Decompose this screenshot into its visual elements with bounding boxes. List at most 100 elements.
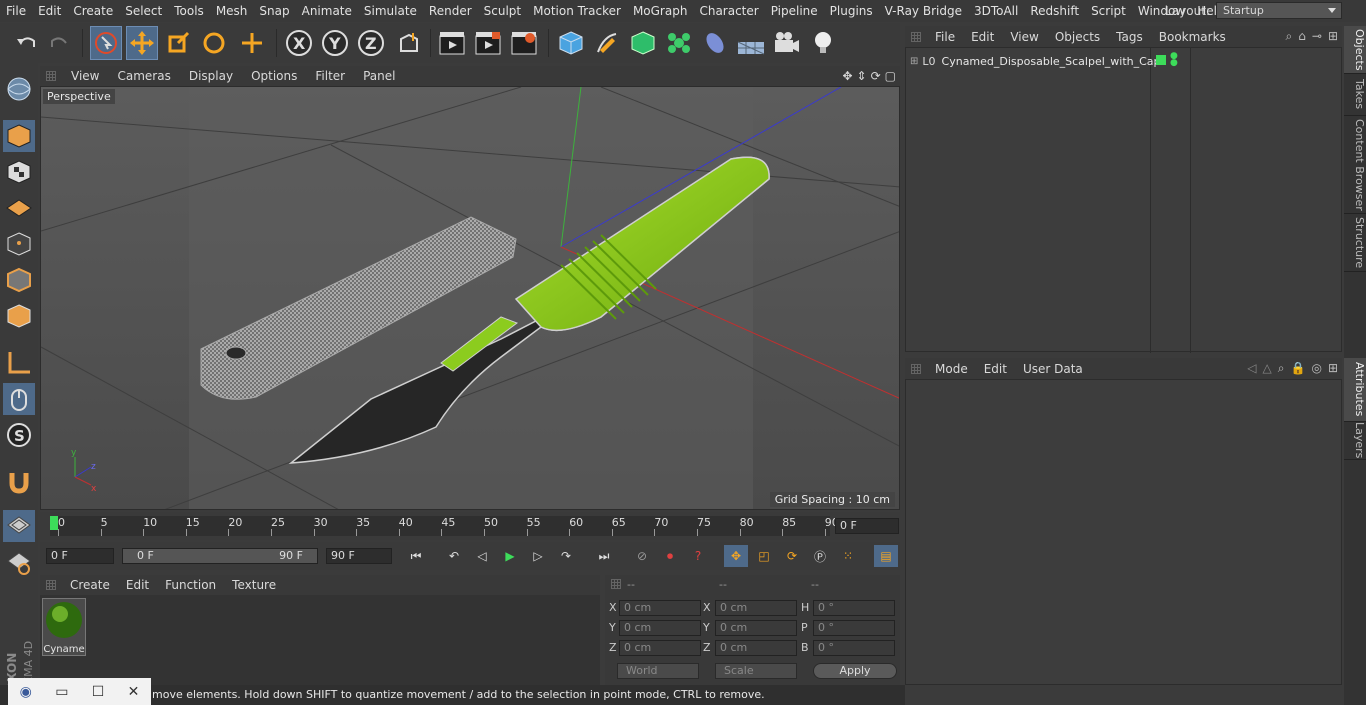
pen-icon[interactable] <box>591 26 623 60</box>
undo-icon[interactable] <box>10 26 42 60</box>
tab-layers[interactable]: Layers <box>1344 422 1366 460</box>
object-row[interactable]: ⊞ L0 Cynamed_Disposable_Scalpel_with_Cap… <box>906 51 1343 71</box>
prev-keyframe-icon[interactable]: ↶ <box>442 545 466 567</box>
render-view-icon[interactable] <box>436 26 468 60</box>
timeline-window-icon[interactable]: ▤ <box>874 545 898 567</box>
search-icon[interactable]: ⌕ <box>1278 361 1285 376</box>
camera-icon[interactable] <box>771 26 803 60</box>
menu-vray-bridge[interactable]: V-Ray Bridge <box>879 0 968 22</box>
tab-objects[interactable]: Objects <box>1344 26 1366 74</box>
panel-grip-icon[interactable] <box>611 579 621 589</box>
light-icon[interactable] <box>807 26 839 60</box>
app-icon[interactable]: ◉ <box>20 684 32 700</box>
polygons-mode-icon[interactable] <box>3 300 35 332</box>
render-picture-viewer-icon[interactable] <box>472 26 504 60</box>
cloner-icon[interactable] <box>663 26 695 60</box>
up-arrow-icon[interactable]: △ <box>1263 361 1272 376</box>
coord-value-field[interactable]: 0 ° <box>813 620 895 636</box>
menu-sculpt[interactable]: Sculpt <box>478 0 527 22</box>
redo-icon[interactable] <box>44 26 76 60</box>
select-arrow-icon[interactable] <box>90 26 122 60</box>
perspective-viewport[interactable]: y z x Perspective Grid Spacing : 10 cm <box>40 86 900 510</box>
key-position-icon[interactable]: ✥ <box>724 545 748 567</box>
coord-value-field[interactable]: 0 cm <box>619 640 701 656</box>
objmgr-menu-objects[interactable]: Objects <box>1047 30 1108 44</box>
scale-mode-dropdown[interactable]: Scale <box>715 663 797 679</box>
tab-takes[interactable]: Takes <box>1344 74 1366 116</box>
layout-dropdown[interactable]: Startup <box>1216 2 1342 19</box>
workplane-mode-icon[interactable] <box>3 192 35 224</box>
record-active-icon[interactable]: ⊘ <box>630 545 654 567</box>
menu-character[interactable]: Character <box>693 0 764 22</box>
panel-grip-icon[interactable] <box>911 363 921 374</box>
tweak-mode-icon[interactable] <box>3 383 35 415</box>
viewport-move-icon[interactable]: ✥ <box>842 69 852 83</box>
coordinate-system-icon[interactable] <box>393 26 425 60</box>
viewport-maximize-icon[interactable]: ▢ <box>885 69 896 83</box>
solo-mode-icon[interactable]: S <box>3 419 35 451</box>
objmgr-menu-bookmarks[interactable]: Bookmarks <box>1151 30 1234 44</box>
coord-value-field[interactable]: 0 ° <box>813 600 895 616</box>
key-parameter-icon[interactable]: Ⓟ <box>808 545 832 567</box>
new-window-icon[interactable]: ⊞ <box>1328 29 1338 44</box>
next-keyframe-icon[interactable]: ↷ <box>554 545 578 567</box>
timeline-ruler[interactable]: 0 5 10 15 20 25 30 35 40 45 50 55 60 65 70 75 80 85 90 0 F <box>40 512 900 540</box>
panel-grip-icon[interactable] <box>46 71 56 81</box>
snap-magnet-icon[interactable] <box>3 466 35 498</box>
attr-menu-edit[interactable]: Edit <box>976 362 1015 376</box>
coord-value-field[interactable]: 0 cm <box>715 600 797 616</box>
target-icon[interactable]: ◎ <box>1311 361 1321 376</box>
home-icon[interactable]: ⌂ <box>1298 29 1306 44</box>
coord-value-field[interactable]: 0 cm <box>619 600 701 616</box>
key-pla-icon[interactable]: ⁙ <box>836 545 860 567</box>
make-editable-icon[interactable] <box>3 73 35 105</box>
viewport-menu-panel[interactable]: Panel <box>354 69 404 83</box>
material-menu-edit[interactable]: Edit <box>118 578 157 592</box>
key-rotation-icon[interactable]: ⟳ <box>780 545 804 567</box>
goto-start-icon[interactable]: ⏮ <box>404 545 428 567</box>
deformer-icon[interactable] <box>699 26 731 60</box>
close-window-icon[interactable]: ✕ <box>128 684 140 700</box>
edit-render-settings-icon[interactable] <box>508 26 540 60</box>
menu-redshift[interactable]: Redshift <box>1024 0 1085 22</box>
objmgr-menu-edit[interactable]: Edit <box>963 30 1002 44</box>
viewport-menu-filter[interactable]: Filter <box>306 69 354 83</box>
frame-range-slider[interactable]: 0 F 90 F <box>122 548 318 564</box>
menu-3dtoall[interactable]: 3DToAll <box>968 0 1024 22</box>
axis-mode-icon[interactable] <box>3 347 35 379</box>
menu-motion-tracker[interactable]: Motion Tracker <box>527 0 627 22</box>
viewport-menu-cameras[interactable]: Cameras <box>108 69 179 83</box>
coord-value-field[interactable]: 0 cm <box>715 640 797 656</box>
menu-render[interactable]: Render <box>423 0 478 22</box>
coordinate-system-dropdown[interactable]: World <box>617 663 699 679</box>
material-menu-function[interactable]: Function <box>157 578 224 592</box>
search-icon[interactable]: ⌕ <box>1286 29 1293 44</box>
workplane-lock-icon[interactable] <box>3 510 35 542</box>
menu-simulate[interactable]: Simulate <box>358 0 423 22</box>
start-frame-field[interactable]: 0 F <box>46 548 114 564</box>
panel-grip-icon[interactable] <box>46 580 56 590</box>
scale-icon[interactable] <box>162 26 194 60</box>
tab-structure[interactable]: Structure <box>1344 214 1366 272</box>
material-menu-create[interactable]: Create <box>62 578 118 592</box>
menu-edit[interactable]: Edit <box>32 0 67 22</box>
objmgr-menu-file[interactable]: File <box>927 30 963 44</box>
viewport-rotate-icon[interactable]: ⟳ <box>871 69 881 83</box>
apply-button[interactable]: Apply <box>813 663 897 679</box>
expand-icon[interactable]: ⊞ <box>910 56 918 67</box>
goto-end-icon[interactable]: ⏭ <box>592 545 616 567</box>
layer-color-icon[interactable] <box>1156 55 1166 65</box>
menu-tools[interactable]: Tools <box>168 0 210 22</box>
coord-value-field[interactable]: 0 ° <box>813 640 895 656</box>
subdivision-icon[interactable] <box>627 26 659 60</box>
attr-menu-mode[interactable]: Mode <box>927 362 976 376</box>
menu-animate[interactable]: Animate <box>296 0 358 22</box>
playhead[interactable] <box>50 516 58 530</box>
cube-icon[interactable] <box>555 26 587 60</box>
maximize-window-icon[interactable]: ☐ <box>92 684 105 700</box>
live-select-icon[interactable] <box>236 26 268 60</box>
z-axis-icon[interactable]: Z <box>355 26 387 60</box>
viewport-menu-display[interactable]: Display <box>180 69 242 83</box>
autokey-icon[interactable]: ⏺ <box>658 545 682 567</box>
current-frame-field[interactable]: 0 F <box>835 518 899 534</box>
